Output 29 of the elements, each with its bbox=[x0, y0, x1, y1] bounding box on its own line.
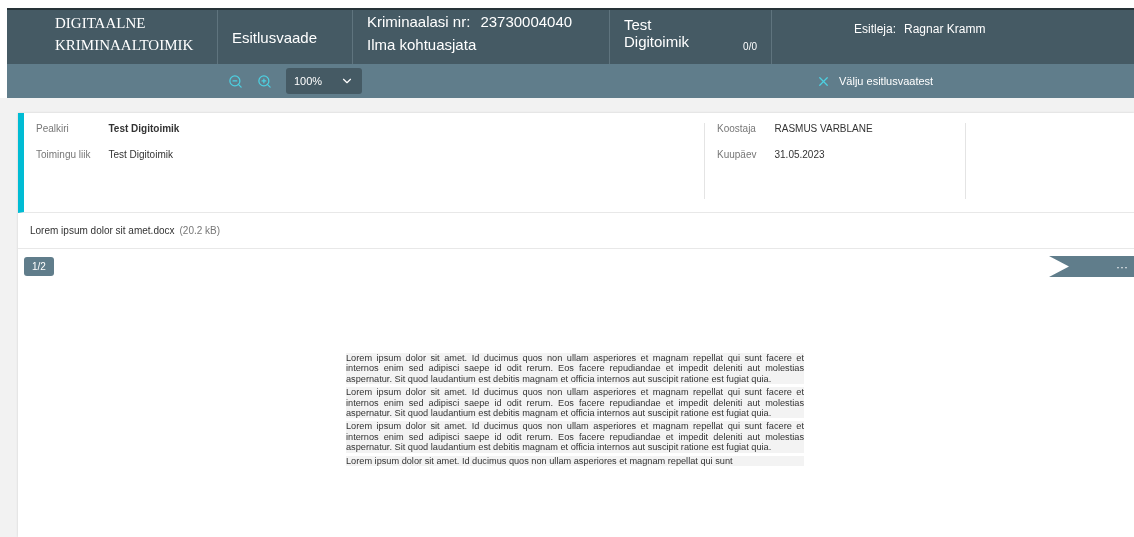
file-size: (20.2 kB) bbox=[179, 225, 221, 236]
presenter-label: Esitleja: bbox=[854, 22, 897, 36]
app-logo-text: DIGITAALNE KRIMINAALTOIMIK bbox=[54, 14, 194, 55]
case-number: 23730004040 bbox=[480, 13, 573, 30]
document-paragraph: Lorem ipsum dolor sit amet. Id ducimus quos non ullam asperiores et magnam repellat qui sunt facere et internos enim sed adipisci saepe id odit rerum. Eos facere repudiandae et impedit deleniti aut molestias aspernatur. Sit quod laudantium est debitis magnam et officia internos aut suscipit ratione est fugiat quia. bbox=[346, 387, 804, 419]
case-subtitle: Ilma kohtuasjata bbox=[367, 36, 478, 53]
case-label: Kriminaalasi nr: bbox=[367, 13, 471, 30]
zoom-select[interactable]: 100% bbox=[286, 68, 362, 94]
exit-presentation-button[interactable]: Välju esitlusvaatest bbox=[810, 72, 940, 90]
document-paragraph: Lorem ipsum dolor sit amet. Id ducimus quos non ullam asperiores et magnam repellat qui sunt facere et internos enim sed adipisci saepe id odit rerum. Eos facere repudiandae et impedit deleniti aut molestias aspernatur. Sit quod laudantium est debitis magnam et officia internos aut suscipit ratione est fugiat quia. bbox=[346, 353, 804, 385]
document-paragraph: Lorem ipsum dolor sit amet. Id ducimus quos non ullam asperiores et magnam repellat qui sunt facere et internos enim sed adipisci saepe id odit rerum. Eos facere repudiandae et impedit deleniti aut molestias aspernatur. Sit quod laudantium est debitis magnam et officia internos aut suscipit ratione est fugiat quia. bbox=[346, 421, 804, 453]
presenter-name: Ragnar Kramm bbox=[904, 22, 986, 36]
field-label: Koostaja bbox=[717, 123, 757, 134]
more-options-button[interactable]: ··· bbox=[1049, 256, 1134, 277]
field-label: Toimingu liik bbox=[36, 149, 91, 160]
page-indicator: 1/2 bbox=[24, 257, 54, 276]
field-label: Kuupäev bbox=[717, 149, 757, 160]
field-label: Pealkiri bbox=[36, 123, 70, 134]
field-value: Test Digitoimik bbox=[108, 123, 181, 134]
view-title: Esitlusvaade bbox=[232, 28, 318, 46]
field-value: Test Digitoimik bbox=[108, 149, 174, 160]
zoom-out-icon[interactable] bbox=[228, 73, 243, 89]
document-paragraph: Lorem ipsum dolor sit amet. Id ducimus quos non ullam asperiores et magnam repellat qui sunt bbox=[346, 455, 804, 467]
folder-count: 0/0 bbox=[743, 41, 757, 52]
field-value: RASMUS VARBLANE bbox=[774, 123, 874, 134]
field-value: 31.05.2023 bbox=[774, 149, 826, 160]
file-name: Lorem ipsum dolor sit amet.docx bbox=[30, 225, 175, 236]
folder-title: Test Digitoimik bbox=[624, 16, 690, 50]
zoom-in-icon[interactable] bbox=[257, 73, 272, 89]
